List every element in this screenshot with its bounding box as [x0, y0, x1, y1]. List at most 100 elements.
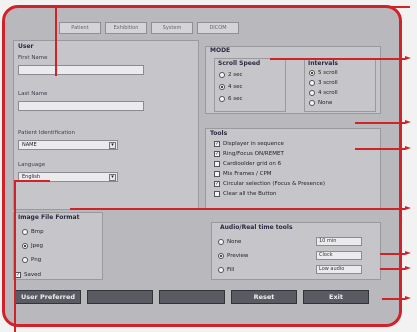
check-icon: ✓	[214, 141, 220, 147]
audio-option[interactable]: Fill	[218, 267, 234, 273]
tab-patient[interactable]: Patient	[59, 22, 101, 34]
callout-line	[380, 268, 405, 270]
scroll-speed-option[interactable]: 2 sec	[219, 72, 243, 78]
scroll-speed-option[interactable]: 4 sec	[219, 84, 243, 90]
scroll-speed-option-label: 2 sec	[228, 72, 243, 78]
image-format-panel: Image File Format Bmp Jpeg Png	[13, 212, 103, 280]
tool-option-label: Displayer in sequence	[223, 141, 284, 147]
radio-button	[219, 96, 225, 102]
chevron-down-icon: ▾	[109, 174, 116, 181]
patient-id-select[interactable]: NAME ▾	[18, 140, 118, 150]
scroll-speed-group: Scroll Speed 2 sec 4 sec 6 sec	[214, 58, 286, 112]
tab-system[interactable]: System	[151, 22, 193, 34]
mode-panel: MODE Scroll Speed 2 sec 4 sec 6 sec Inte…	[205, 46, 381, 114]
patient-id-value: NAME	[22, 142, 37, 148]
image-format-option-label: Jpeg	[31, 243, 43, 249]
audio-select[interactable]: Low audio	[316, 265, 362, 274]
tab-dicom[interactable]: DICOM	[197, 22, 239, 34]
saved-checkbox[interactable]: ✓ Saved	[15, 272, 41, 278]
audio-select[interactable]: Clock	[316, 251, 362, 260]
callout-arrow-icon	[405, 120, 411, 124]
tool-option[interactable]: ✓ Displayer in sequence	[214, 141, 284, 147]
image-format-title: Image File Format	[18, 214, 80, 221]
scroll-speed-option-label: 6 sec	[228, 96, 243, 102]
tool-option-label: Cardioolder grid on 6	[223, 161, 282, 167]
audio-option-label: Preview	[227, 253, 249, 259]
image-format-option-label: Bmp	[31, 229, 44, 235]
reset-button[interactable]: Reset	[231, 290, 297, 304]
tool-option-label: Mix Frames / CPM	[223, 171, 272, 177]
checkbox	[214, 171, 220, 177]
check-icon: ✓	[214, 151, 220, 157]
intervals-option[interactable]: 4 scroll	[309, 90, 338, 96]
exit-button[interactable]: Exit	[303, 290, 369, 304]
last-name-field[interactable]	[18, 101, 144, 111]
radio-button	[218, 253, 224, 259]
user-preferred-button[interactable]: User Preferred	[15, 290, 81, 304]
callout-line	[70, 208, 405, 210]
callout-arrow-icon	[405, 251, 411, 255]
callout-line	[14, 180, 16, 332]
radio-button	[309, 80, 315, 86]
tool-option[interactable]: ✓ Ring/Focus ON/REMET	[214, 151, 284, 157]
radio-button	[219, 84, 225, 90]
tools-panel: Tools ✓ Displayer in sequence ✓ Ring/Focus…	[205, 128, 381, 210]
scroll-speed-option[interactable]: 6 sec	[219, 96, 243, 102]
tab-bar: Patient Exhibition System DICOM	[59, 22, 239, 34]
callout-line	[382, 298, 405, 300]
callout-line	[55, 6, 57, 76]
image-format-option[interactable]: Png	[22, 257, 41, 263]
patient-id-label: Patient Identification	[18, 130, 75, 136]
intervals-option-label: 4 scroll	[318, 90, 338, 96]
first-name-field[interactable]	[18, 65, 144, 75]
saved-label: Saved	[24, 272, 41, 278]
audio-select[interactable]: 10 min	[316, 237, 362, 246]
intervals-option[interactable]: None	[309, 100, 332, 106]
callout-line	[55, 6, 410, 8]
tool-option[interactable]: Clear all the Button	[214, 191, 277, 197]
audio-option-label: None	[227, 239, 242, 245]
tool-option-label: Ring/Focus ON/REMET	[223, 151, 284, 157]
image-format-option-label: Png	[31, 257, 42, 263]
tools-panel-title: Tools	[210, 130, 228, 137]
intervals-option[interactable]: 3 scroll	[309, 80, 338, 86]
callout-arrow-icon	[405, 206, 411, 210]
radio-button	[218, 239, 224, 245]
radio-button	[22, 243, 28, 249]
tool-option-label: Clear all the Button	[223, 191, 277, 197]
tool-option-label: Circular selection (Focus & Presence)	[223, 181, 326, 187]
intervals-group: Intervals 5 scroll 3 scroll 4 scroll Non…	[304, 58, 376, 112]
intervals-option-label: 3 scroll	[318, 80, 338, 86]
audio-option[interactable]: Preview	[218, 253, 248, 259]
chevron-down-icon: ▾	[109, 142, 116, 149]
radio-button	[218, 267, 224, 273]
callout-line	[270, 58, 405, 60]
audio-panel: Audio/Real time tools None Preview Fill …	[211, 222, 381, 280]
radio-button	[22, 257, 28, 263]
language-label: Language	[18, 162, 46, 168]
scroll-speed-title: Scroll Speed	[218, 60, 261, 67]
empty-button[interactable]	[87, 290, 153, 304]
callout-arrow-icon	[405, 266, 411, 270]
tool-option[interactable]: ✓ Circular selection (Focus & Presence)	[214, 181, 325, 187]
image-format-option[interactable]: Jpeg	[22, 243, 43, 249]
tab-exhibition[interactable]: Exhibition	[105, 22, 147, 34]
callout-line	[355, 122, 405, 124]
callout-arrow-icon	[405, 146, 411, 150]
radio-button	[309, 90, 315, 96]
audio-option-label: Fill	[227, 267, 235, 273]
image-format-option[interactable]: Bmp	[22, 229, 44, 235]
mode-panel-title: MODE	[210, 47, 231, 54]
bottom-button-bar: User Preferred Reset Exit	[15, 290, 369, 304]
audio-option[interactable]: None	[218, 239, 241, 245]
settings-window: Patient Exhibition System DICOM User Fir…	[2, 5, 402, 327]
checkbox	[214, 161, 220, 167]
intervals-option[interactable]: 5 scroll	[309, 70, 338, 76]
empty-button[interactable]	[159, 290, 225, 304]
callout-line	[14, 180, 50, 182]
tool-option[interactable]: Cardioolder grid on 6	[214, 161, 281, 167]
radio-button	[219, 72, 225, 78]
radio-button	[22, 229, 28, 235]
scroll-speed-option-label: 4 sec	[228, 84, 243, 90]
tool-option[interactable]: Mix Frames / CPM	[214, 171, 272, 177]
